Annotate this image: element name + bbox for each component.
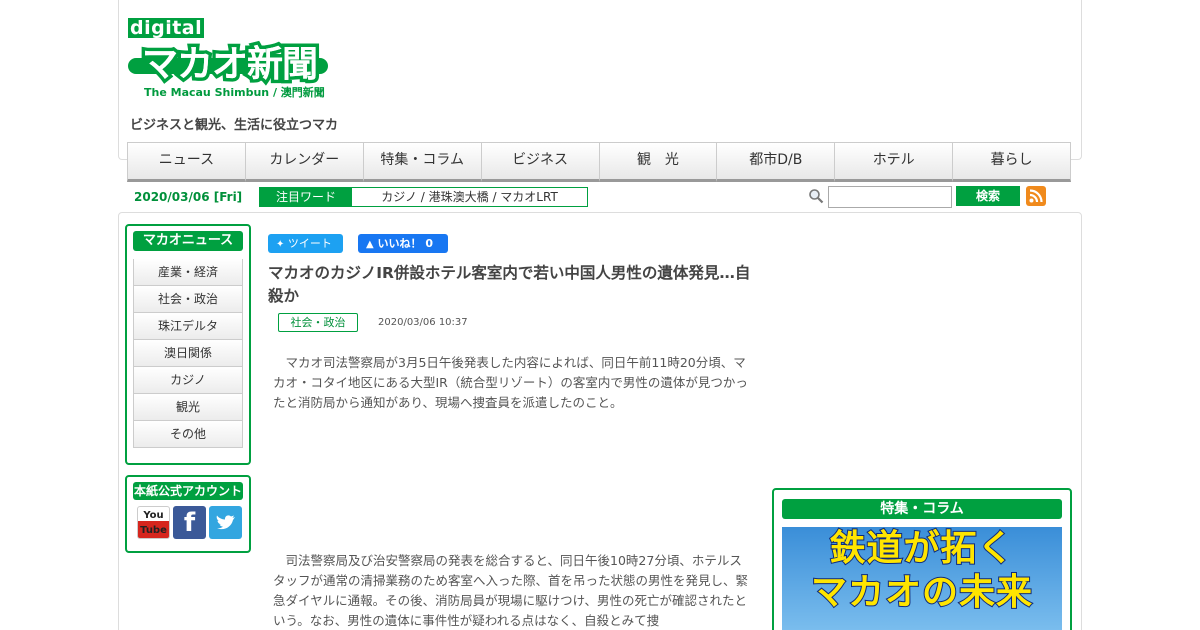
tweet-label: ツイート	[287, 237, 332, 250]
tweet-bird-icon: ✦	[276, 239, 285, 250]
site-logo[interactable]: digital マカオ新聞 マカオ新聞 The Macau Shimbun / …	[128, 18, 348, 100]
search-input[interactable]	[828, 186, 952, 208]
nav-hotel[interactable]: ホテル	[835, 142, 954, 182]
logo-title: マカオ新聞	[142, 44, 318, 85]
sidebar-item-other[interactable]: その他	[133, 421, 243, 448]
nav-business[interactable]: ビジネス	[481, 142, 600, 182]
sidebar-item-industry[interactable]: 産業・経済	[133, 259, 243, 286]
sidebar-item-japan-macau[interactable]: 澳日関係	[133, 340, 243, 367]
twitter-bird-icon	[216, 515, 235, 530]
keywords-bar: 注目ワード カジノ / 港珠澳大橋 / マカオLRT	[259, 187, 588, 207]
facebook-label: f	[183, 508, 196, 538]
article-paragraph-2: 司法警察局及び治安警察局の発表を総合すると、同日午後10時27分頃、ホテルスタッ…	[273, 553, 749, 628]
like-label: いいね！ 0	[377, 237, 434, 250]
nav-features[interactable]: 特集・コラム	[363, 142, 482, 182]
features-banner[interactable]: 鉄道が拓く マカオの未来	[782, 527, 1062, 630]
banner-line-1: 鉄道が拓く	[828, 527, 1015, 570]
nav-calendar[interactable]: カレンダー	[245, 142, 364, 182]
keywords-links[interactable]: カジノ / 港珠澳大橋 / マカオLRT	[352, 188, 587, 206]
macau-news-menu: マカオニュース 産業・経済 社会・政治 珠江デルタ 澳日関係 カジノ 観光 その…	[125, 224, 251, 465]
article-category-badge[interactable]: 社会・政治	[278, 313, 358, 332]
official-accounts-title: 本紙公式アカウント	[133, 482, 243, 500]
article-paragraph-1: マカオ司法警察局が3月5日午後発表した内容によれば、同日午前11時20分頃、マカ…	[273, 355, 748, 410]
sidebar-item-casino[interactable]: カジノ	[133, 367, 243, 394]
search-icon	[809, 189, 824, 204]
tagline: ビジネスと観光、生活に役立つマカ	[130, 118, 339, 133]
logo-digital: digital	[128, 17, 205, 39]
main-nav: ニュース カレンダー 特集・コラム ビジネス 観 光 都市D/B ホテル 暮らし	[127, 142, 1071, 182]
search-button[interactable]: 検索	[956, 186, 1020, 206]
sidebar-item-tourism[interactable]: 観光	[133, 394, 243, 421]
twitter-icon[interactable]	[209, 506, 242, 539]
article-date: 2020/03/06 10:37	[378, 317, 468, 328]
tweet-button[interactable]: ✦ ツイート	[268, 234, 343, 253]
keywords-label: 注目ワード	[260, 188, 352, 206]
article-headline: マカオのカジノIR併設ホテル客室内で若い中国人男性の遺体発見…自殺か	[268, 264, 751, 305]
nav-living[interactable]: 暮らし	[953, 142, 1071, 182]
sidebar-item-prd[interactable]: 珠江デルタ	[133, 313, 243, 340]
features-title: 特集・コラム	[782, 499, 1062, 519]
sidebar-item-society[interactable]: 社会・政治	[133, 286, 243, 313]
nav-tourism[interactable]: 観 光	[599, 142, 718, 182]
like-button[interactable]: ▲ いいね！ 0	[358, 234, 448, 253]
official-accounts-box: 本紙公式アカウント You Tube f	[125, 475, 251, 553]
banner-line-2: マカオの未来	[810, 571, 1033, 614]
like-thumb-icon: ▲	[366, 239, 374, 250]
logo-subtitle: The Macau Shimbun / 澳門新聞	[144, 86, 325, 99]
features-box: 特集・コラム 鉄道が拓く マカオの未来	[772, 488, 1072, 630]
macau-news-title: マカオニュース	[133, 231, 243, 251]
rss-icon[interactable]	[1026, 186, 1046, 206]
youtube-label: You Tube	[140, 510, 167, 536]
current-date: 2020/03/06 [Fri]	[134, 190, 243, 204]
nav-city-db[interactable]: 都市D/B	[717, 142, 836, 182]
facebook-icon[interactable]: f	[173, 506, 206, 539]
youtube-icon[interactable]: You Tube	[137, 506, 170, 539]
nav-news[interactable]: ニュース	[127, 142, 246, 182]
